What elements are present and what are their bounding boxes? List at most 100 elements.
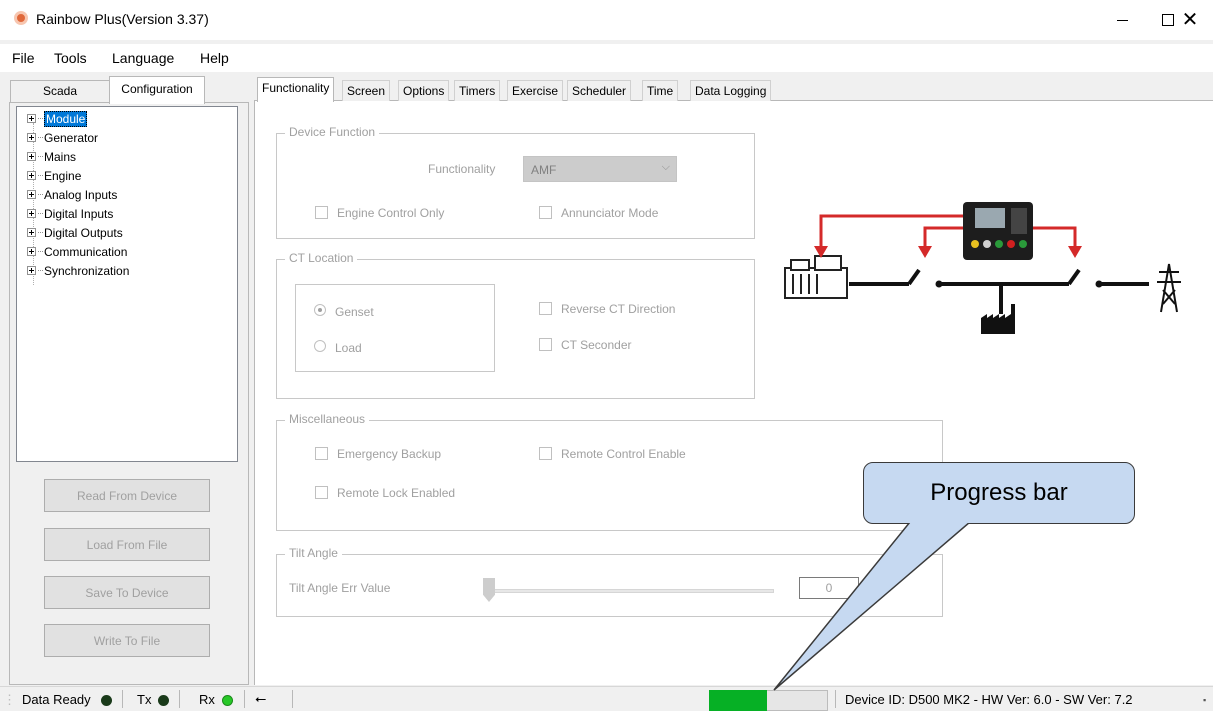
- tab-screen[interactable]: Screen: [342, 80, 391, 101]
- menu-help[interactable]: Help: [200, 50, 229, 66]
- close-icon: ✕: [1181, 9, 1199, 31]
- tilt-angle-err-label: Tilt Angle Err Value: [289, 581, 391, 595]
- usb-icon: ⭠: [255, 690, 267, 706]
- slider-rail: [484, 589, 774, 593]
- load-label: Load: [335, 341, 362, 355]
- tree-item-analog-inputs[interactable]: Analog Inputs: [27, 185, 117, 204]
- controller-icon: [963, 202, 1033, 260]
- emergency-backup-checkbox[interactable]: [315, 447, 328, 460]
- minimize-icon: [1116, 19, 1128, 21]
- tree-item-module[interactable]: Module: [27, 109, 88, 128]
- tree-item-communication[interactable]: Communication: [27, 242, 127, 261]
- menu-language[interactable]: Language: [112, 50, 174, 66]
- rx-led: [222, 695, 233, 706]
- tree-item-label: Analog Inputs: [44, 187, 118, 202]
- miscellaneous-group: Miscellaneous: [276, 412, 943, 531]
- tree-item-digital-inputs[interactable]: Digital Inputs: [27, 204, 113, 223]
- load-radio[interactable]: [314, 340, 326, 352]
- config-tree[interactable]: Module Generator Mains Engine Analog Inp…: [16, 106, 238, 462]
- tree-item-generator[interactable]: Generator: [27, 128, 98, 147]
- resize-grip-icon[interactable]: ▪: [1203, 695, 1206, 705]
- remote-lock-enabled-checkbox[interactable]: [315, 486, 328, 499]
- group-label: CT Location: [285, 251, 358, 265]
- tree-item-label: Communication: [44, 244, 128, 259]
- expand-icon[interactable]: [27, 152, 36, 161]
- ct-seconder-checkbox[interactable]: [539, 338, 552, 351]
- tree-item-engine[interactable]: Engine: [27, 166, 81, 185]
- genset-radio[interactable]: [314, 304, 326, 316]
- progress-bar-fill: [709, 690, 767, 711]
- remote-control-enable-checkbox[interactable]: [539, 447, 552, 460]
- tree-item-mains[interactable]: Mains: [27, 147, 76, 166]
- write-to-file-button[interactable]: Write To File: [44, 624, 210, 657]
- functionality-label: Functionality: [428, 162, 496, 176]
- tab-timers[interactable]: Timers: [454, 80, 501, 101]
- tree-item-label: Module: [44, 110, 88, 127]
- tx-label: Tx: [137, 692, 152, 707]
- group-label: Tilt Angle: [285, 546, 342, 560]
- tree-item-synchronization[interactable]: Synchronization: [27, 261, 129, 280]
- tab-functionality[interactable]: Functionality: [257, 77, 335, 102]
- reverse-ct-label: Reverse CT Direction: [561, 302, 676, 316]
- generator-icon: [784, 255, 848, 299]
- functionality-value: AMF: [531, 163, 557, 177]
- save-to-device-button[interactable]: Save To Device: [44, 576, 210, 609]
- amf-wiring-diagram: [779, 200, 1188, 336]
- expand-icon[interactable]: [27, 247, 36, 256]
- tree-item-digital-outputs[interactable]: Digital Outputs: [27, 223, 123, 242]
- app-icon: [14, 11, 28, 25]
- load-from-file-button[interactable]: Load From File: [44, 528, 210, 561]
- menu-tools[interactable]: Tools: [54, 50, 87, 66]
- expand-icon[interactable]: [27, 190, 36, 199]
- expand-icon[interactable]: [27, 228, 36, 237]
- tree-item-label: Synchronization: [44, 263, 130, 278]
- power-pylon-icon: [1157, 263, 1181, 313]
- group-label: Miscellaneous: [285, 412, 370, 426]
- tab-time[interactable]: Time: [642, 80, 679, 101]
- rx-label: Rx: [199, 692, 215, 707]
- data-ready-led: [101, 695, 112, 706]
- close-button[interactable]: ✕: [1168, 2, 1212, 38]
- tx-led: [158, 695, 169, 706]
- remote-lock-enabled-label: Remote Lock Enabled: [337, 486, 456, 500]
- status-bar: ⋮ Data Ready Tx Rx ⭠ Device ID: D500 MK2…: [0, 686, 1213, 711]
- expand-icon[interactable]: [27, 114, 36, 123]
- factory-icon: [981, 304, 1015, 334]
- tree-item-label: Engine: [44, 168, 82, 183]
- expand-icon[interactable]: [27, 133, 36, 142]
- genset-label: Genset: [335, 305, 374, 319]
- remote-control-enable-label: Remote Control Enable: [561, 447, 686, 461]
- ct-radio-box: [295, 284, 495, 372]
- tab-data-logging[interactable]: Data Logging: [690, 80, 772, 101]
- data-ready-label: Data Ready: [22, 692, 91, 707]
- tab-scheduler[interactable]: Scheduler: [567, 80, 632, 101]
- group-label: Device Function: [285, 125, 380, 139]
- tab-exercise[interactable]: Exercise: [507, 80, 564, 101]
- expand-icon[interactable]: [27, 209, 36, 218]
- tree-item-label: Generator: [44, 130, 99, 145]
- tree-item-label: Digital Inputs: [44, 206, 114, 221]
- menu-bar: File Tools Language Help: [0, 44, 1213, 72]
- engine-control-only-checkbox[interactable]: [315, 206, 328, 219]
- title-bar: Rainbow Plus(Version 3.37) ✕: [0, 0, 1213, 40]
- annunciator-mode-label: Annunciator Mode: [561, 206, 659, 220]
- ct-seconder-label: CT Seconder: [561, 338, 632, 352]
- tab-options[interactable]: Options: [398, 80, 450, 101]
- tab-scada[interactable]: Scada: [10, 80, 110, 102]
- chevron-down-icon: ⌵: [661, 161, 670, 173]
- tree-item-label: Digital Outputs: [44, 225, 123, 240]
- expand-icon[interactable]: [27, 266, 36, 275]
- minimize-button[interactable]: [1099, 2, 1145, 38]
- annunciator-mode-checkbox[interactable]: [539, 206, 552, 219]
- device-function-group: Device Function: [276, 125, 755, 239]
- window-title: Rainbow Plus(Version 3.37): [36, 11, 209, 27]
- reverse-ct-checkbox[interactable]: [539, 302, 552, 315]
- read-from-device-button[interactable]: Read From Device: [44, 479, 210, 512]
- menu-file[interactable]: File: [12, 50, 35, 66]
- functionality-select[interactable]: AMF ⌵: [523, 156, 677, 182]
- tab-configuration[interactable]: Configuration: [109, 76, 205, 104]
- engine-control-only-label: Engine Control Only: [337, 206, 445, 220]
- callout-pointer: [773, 520, 973, 691]
- tree-item-label: Mains: [44, 149, 77, 164]
- expand-icon[interactable]: [27, 171, 36, 180]
